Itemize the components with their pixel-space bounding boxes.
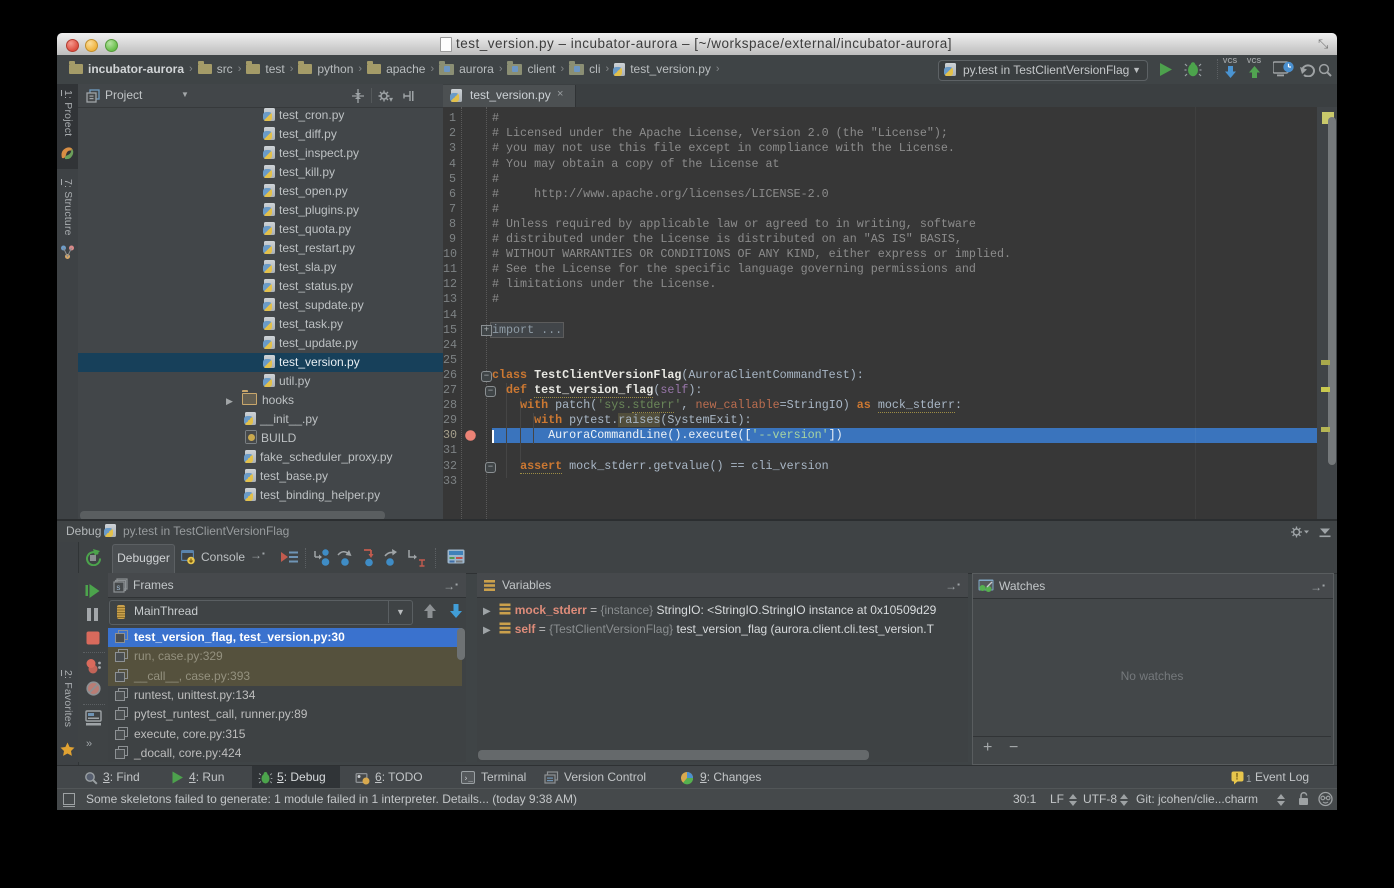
svg-text:!: ! <box>1236 772 1239 782</box>
svg-text:▾: ▾ <box>389 95 393 103</box>
svg-text:›_: ›_ <box>464 775 474 784</box>
svg-text:s: s <box>116 584 121 593</box>
